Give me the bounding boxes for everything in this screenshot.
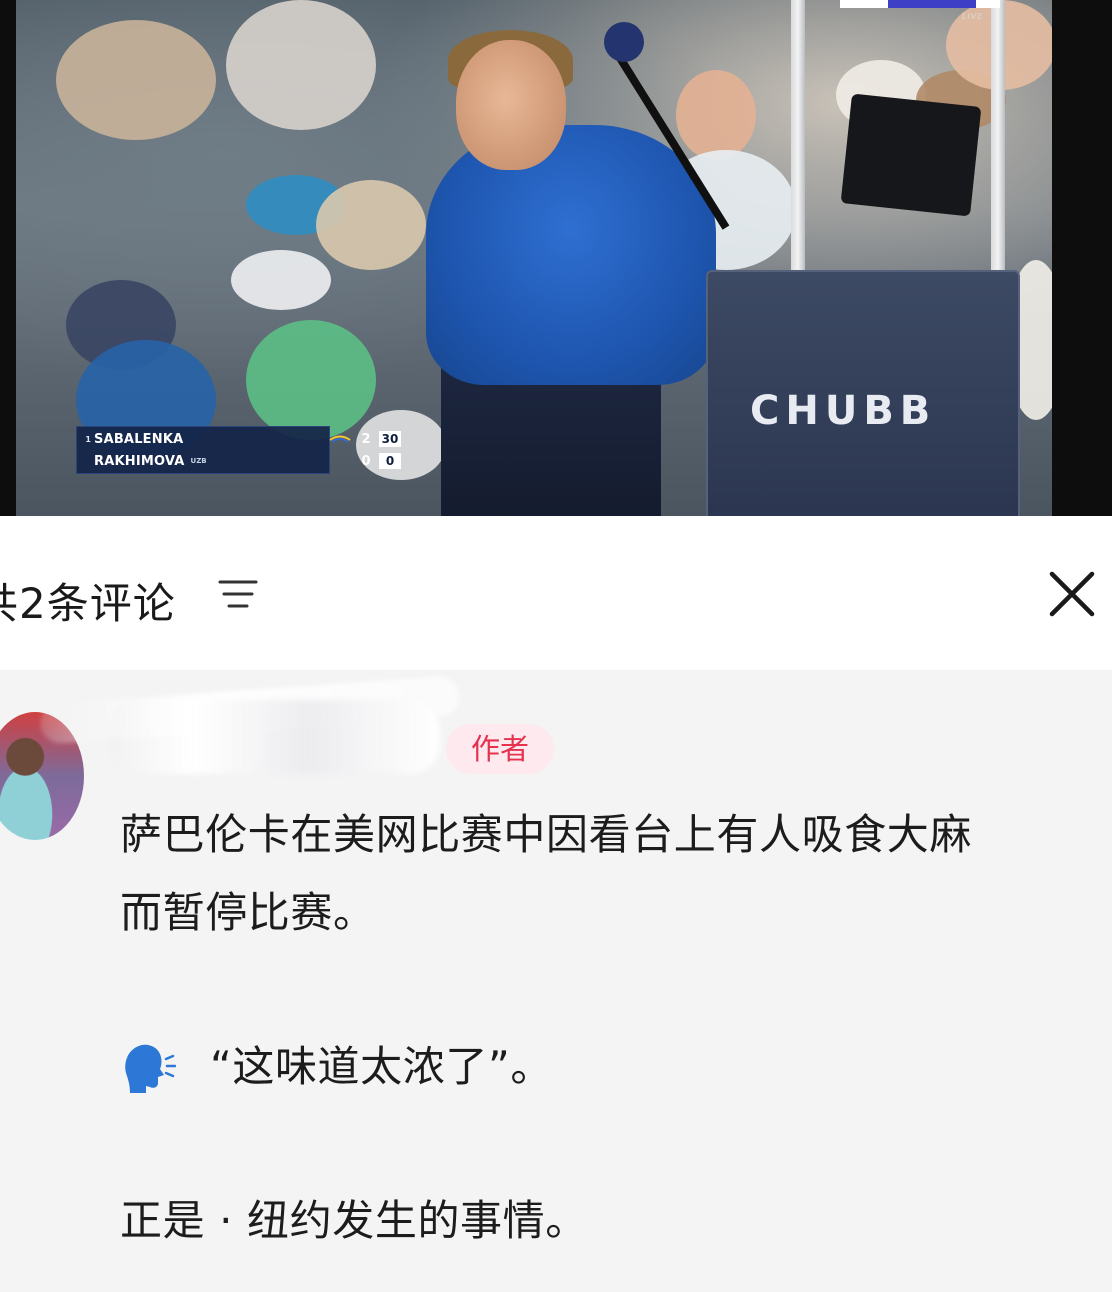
comment-line: 萨巴伦卡在美网比赛中因看台上有人吸食大麻 [120, 810, 973, 859]
comment-text[interactable]: 萨巴伦卡在美网比赛中因看台上有人吸食大麻 而暂停比赛。 “这味道太浓了”。 正是… [120, 796, 1110, 1260]
spectator [226, 0, 376, 130]
video-player[interactable]: CHUBB LIVE 1 SABALENKA 2 30 RAKHIMOVA UZ… [0, 0, 1112, 516]
player-games: 0 [361, 453, 371, 469]
app-screen: CHUBB LIVE 1 SABALENKA 2 30 RAKHIMOVA UZ… [0, 0, 1112, 1292]
player-name: SABALENKA [94, 431, 184, 447]
chair-pole [791, 0, 805, 280]
chair-pole [991, 0, 1005, 280]
spectator-hat [316, 180, 426, 270]
speaking-head-icon [125, 1044, 176, 1093]
umpire-shirt [426, 125, 716, 385]
broadcast-logo [840, 0, 1000, 8]
umpire-monitor [840, 93, 982, 217]
comment-quote: “这味道太浓了”。 [210, 1042, 553, 1091]
spectator-cap [231, 250, 331, 310]
player-games: 2 [361, 431, 371, 447]
username-redaction [110, 700, 440, 774]
scoreboard-row: RAKHIMOVA UZB 0 0 [77, 450, 401, 472]
player-seed: 1 [85, 434, 91, 444]
comment-quote-line: “这味道太浓了”。 [120, 1028, 1110, 1106]
player-points: 0 [379, 453, 401, 469]
live-label: LIVE [962, 12, 984, 21]
microphone [604, 22, 644, 62]
close-x-icon[interactable] [1044, 566, 1100, 622]
comments-count-title: 共2条评论 [0, 579, 176, 628]
comment-line: 而暂停比赛。 [120, 888, 376, 937]
scoreboard: 1 SABALENKA 2 30 RAKHIMOVA UZB 0 0 [76, 426, 401, 474]
player-name: RAKHIMOVA [94, 453, 185, 469]
player-country: UZB [190, 457, 207, 465]
chair-sponsor-logo: CHUBB [750, 388, 937, 434]
spectator [246, 320, 376, 440]
scoreboard-row: 1 SABALENKA 2 30 [77, 428, 401, 450]
sort-lines-icon[interactable] [218, 578, 258, 612]
comment-line: 正是 · 纽约发生的事情。 [120, 1196, 588, 1245]
player-points: 30 [379, 431, 401, 447]
umpire-face [456, 40, 566, 170]
spectator [56, 20, 216, 140]
serving-indicator-icon [329, 435, 351, 443]
spectator [676, 70, 756, 160]
author-badge: 作者 [446, 724, 554, 774]
